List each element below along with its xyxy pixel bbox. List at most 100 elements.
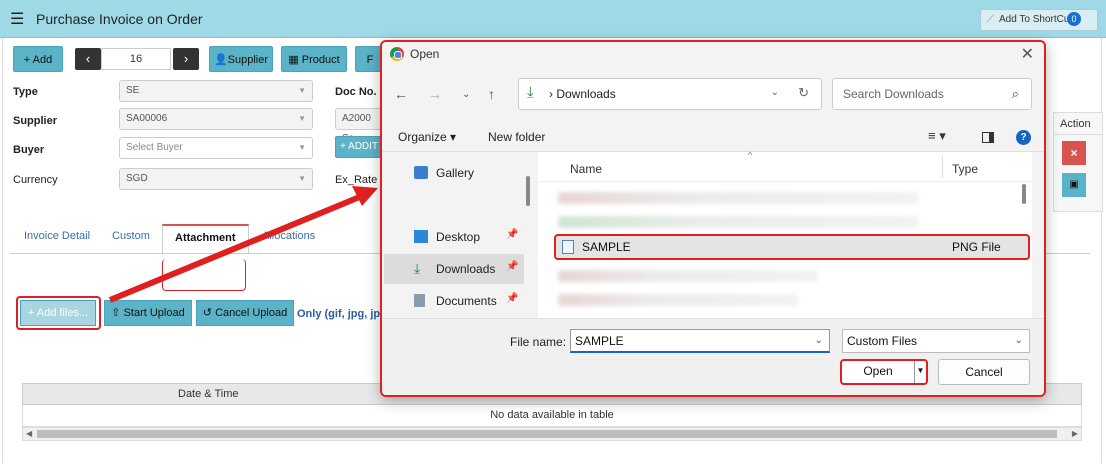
currency-select[interactable]: SGD ▼ — [119, 168, 313, 190]
file-row-blurred[interactable] — [558, 294, 798, 306]
downloads-icon: ⤓ — [414, 260, 421, 276]
nav-label: Documents — [436, 294, 497, 308]
currency-label: Currency — [13, 174, 58, 186]
upload-icon: ⇧ — [111, 307, 124, 319]
page-title: Purchase Invoice on Order — [36, 11, 203, 27]
buyer-placeholder: Select Buyer — [126, 142, 183, 153]
search-input[interactable]: Search Downloads ⌕ — [832, 78, 1032, 110]
file-list-scrollbar[interactable] — [1022, 184, 1026, 204]
file-row-blurred[interactable] — [558, 216, 918, 228]
pin-icon[interactable]: 📌 — [506, 229, 518, 240]
dialog-title-bar: Open ✕ — [382, 42, 1044, 70]
supplier-button-label: Supplier — [227, 54, 269, 66]
nav-item-desktop[interactable]: Desktop 📌 — [384, 222, 524, 252]
scrollbar-thumb[interactable] — [37, 430, 1057, 438]
chevron-down-icon[interactable]: ⌄ — [771, 87, 779, 98]
supplier-select[interactable]: SA00006 ▼ — [119, 108, 313, 130]
address-bar[interactable]: ⤓ › Downloads ⌄ ↻ — [518, 78, 822, 110]
navigation-pane: Gallery Desktop 📌 ⤓ Downloads 📌 Document… — [382, 152, 530, 318]
file-list-header: ^ Name Type — [538, 150, 1032, 182]
start-upload-button[interactable]: ⇧ Start Upload — [104, 300, 192, 326]
table-horizontal-scrollbar[interactable]: ◀ ▶ — [22, 427, 1082, 441]
chevron-down-icon: ▼ — [298, 174, 306, 183]
docno-field[interactable]: A2000 Sc — [335, 108, 383, 144]
address-path: › Downloads — [549, 87, 616, 101]
supplier-label: Supplier — [13, 115, 58, 127]
user-icon: 👤 — [213, 54, 228, 66]
dialog-title: Open — [410, 47, 440, 61]
new-folder-button[interactable]: New folder — [488, 130, 545, 144]
view-options-icon[interactable]: ≡ ▾ — [928, 128, 946, 144]
open-dropdown-icon[interactable]: ▼ — [914, 361, 926, 383]
search-placeholder: Search Downloads — [843, 87, 944, 101]
supplier-button[interactable]: 👤Supplier — [209, 46, 273, 72]
address-path-text: Downloads — [556, 87, 616, 101]
pin-icon[interactable]: 📌 — [506, 293, 518, 304]
refresh-icon[interactable]: ↻ — [798, 85, 809, 101]
supplier-value: SA00006 — [126, 113, 168, 124]
shortcut-count-badge: 0 — [1067, 12, 1081, 26]
undo-icon: ↺ — [202, 307, 216, 319]
chevron-down-icon[interactable]: ⌄ — [462, 89, 470, 100]
nav-item-documents[interactable]: Documents 📌 — [384, 286, 524, 316]
forward-arrow-icon[interactable]: → — [428, 86, 442, 102]
tab-invoice-detail[interactable]: Invoice Detail — [24, 230, 90, 242]
chevron-down-icon[interactable]: ⌄ — [815, 330, 823, 352]
organize-label: Organize — [398, 130, 447, 144]
cancel-button[interactable]: Cancel — [938, 359, 1030, 385]
organize-menu[interactable]: Organize ▾ — [398, 130, 456, 144]
up-arrow-icon[interactable]: ↑ — [488, 86, 495, 102]
tab-custom[interactable]: Custom — [112, 230, 150, 242]
file-row-blurred[interactable] — [558, 270, 818, 282]
column-datetime: Date & Time — [178, 388, 239, 400]
file-name: SAMPLE — [582, 240, 631, 254]
open-button[interactable]: Open ▼ — [840, 359, 928, 385]
sort-ascending-icon: ^ — [748, 150, 753, 160]
preview-pane-icon[interactable] — [982, 132, 994, 143]
nav-label: Desktop — [436, 230, 481, 244]
hamburger-menu-icon[interactable]: ☰ — [10, 9, 24, 29]
type-value: SE — [126, 85, 140, 96]
open-file-dialog: Open ✕ ← → ⌄ ↑ ⤓ › Downloads ⌄ ↻ Search … — [380, 40, 1046, 397]
help-icon[interactable]: ? — [1016, 130, 1031, 145]
add-files-highlight — [16, 296, 101, 330]
type-select[interactable]: SE ▼ — [119, 80, 313, 102]
delete-button[interactable]: × — [1062, 141, 1086, 165]
buyer-select[interactable]: Select Buyer ▼ — [119, 137, 313, 159]
record-number-input[interactable]: 16 — [101, 48, 171, 70]
column-name[interactable]: Name — [570, 162, 602, 176]
gallery-icon — [414, 166, 428, 179]
chevron-down-icon: ▼ — [298, 114, 306, 123]
column-type[interactable]: Type — [952, 162, 978, 176]
add-to-shortcut-button[interactable]: ⟋ Add To ShortCut 0 — [980, 9, 1098, 31]
close-icon[interactable]: ✕ — [1021, 44, 1034, 64]
nav-item-downloads[interactable]: ⤓ Downloads 📌 — [384, 254, 524, 284]
tab-allocations[interactable]: Allocations — [262, 230, 315, 242]
product-button[interactable]: ▦ Product — [281, 46, 347, 72]
action-column: Action × ▣ — [1053, 112, 1103, 212]
tab-attachment[interactable]: Attachment — [162, 224, 249, 254]
attachment-tab-highlight — [162, 259, 246, 291]
pin-icon[interactable]: 📌 — [506, 261, 518, 272]
chevron-down-icon: ▼ — [298, 143, 306, 152]
file-row-blurred[interactable] — [558, 192, 918, 204]
nav-label: Gallery — [436, 166, 475, 180]
addit-button[interactable]: + ADDIT — [335, 136, 383, 158]
exrate-label: Ex_Rate — [335, 174, 378, 186]
file-row-sample[interactable]: SAMPLE PNG File — [554, 234, 1030, 260]
scroll-left-icon[interactable]: ◀ — [26, 428, 32, 440]
png-file-icon — [562, 240, 574, 254]
next-record-button[interactable]: › — [173, 48, 199, 70]
save-icon[interactable]: ▣ — [1062, 173, 1086, 197]
search-icon: ⌕ — [1011, 86, 1019, 101]
scroll-right-icon[interactable]: ▶ — [1072, 428, 1078, 440]
nav-item-gallery[interactable]: Gallery — [384, 158, 524, 188]
file-type-select[interactable]: Custom Files ⌄ — [842, 329, 1030, 353]
file-name-input[interactable]: SAMPLE ⌄ — [570, 329, 830, 353]
back-arrow-icon[interactable]: ← — [394, 86, 408, 102]
prev-record-button[interactable]: ‹ — [75, 48, 101, 70]
allowed-types-text: Only (gif, jpg, jp — [297, 308, 381, 320]
cancel-upload-button[interactable]: ↺ Cancel Upload — [196, 300, 294, 326]
add-button[interactable]: + Add — [13, 46, 63, 72]
nav-scrollbar[interactable] — [526, 176, 530, 206]
